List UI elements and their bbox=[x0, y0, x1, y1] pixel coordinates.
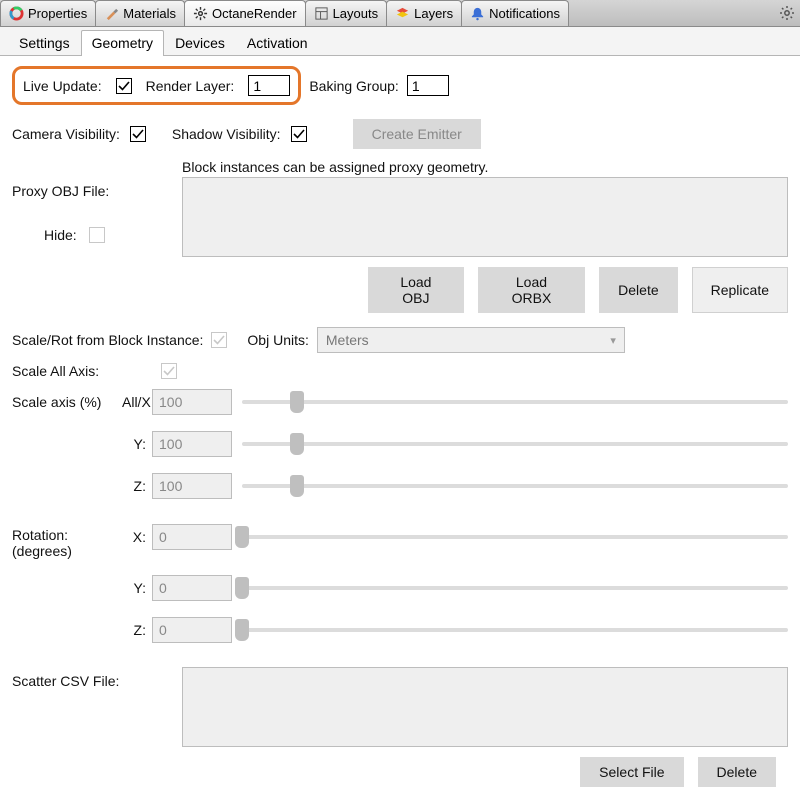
scale-all-axis-label: Scale All Axis: bbox=[12, 363, 99, 379]
proxy-obj-file-label: Proxy OBJ File: bbox=[12, 183, 182, 199]
load-orbx-button[interactable]: Load ORBX bbox=[478, 267, 585, 313]
scale-all-axis-checkbox[interactable] bbox=[161, 363, 177, 379]
tab-layers[interactable]: Layers bbox=[386, 0, 462, 26]
live-update-checkbox[interactable] bbox=[116, 78, 132, 94]
scale-z-slider[interactable] bbox=[242, 473, 788, 499]
shadow-visibility-label: Shadow Visibility: bbox=[172, 126, 281, 142]
tab-label: Layers bbox=[414, 6, 453, 21]
obj-units-select[interactable]: Meters ▾ bbox=[317, 327, 625, 353]
tab-notifications[interactable]: Notifications bbox=[461, 0, 569, 26]
rot-x-label: X: bbox=[122, 529, 152, 545]
scale-x-slider[interactable] bbox=[242, 389, 788, 415]
layouts-icon bbox=[314, 6, 329, 21]
load-obj-button[interactable]: Load OBJ bbox=[368, 267, 464, 313]
scatter-delete-button[interactable]: Delete bbox=[698, 757, 776, 787]
proxy-delete-button[interactable]: Delete bbox=[599, 267, 677, 313]
obj-units-label: Obj Units: bbox=[247, 332, 308, 348]
scale-rot-checkbox[interactable] bbox=[211, 332, 227, 348]
create-emitter-button[interactable]: Create Emitter bbox=[353, 119, 481, 149]
baking-group-label: Baking Group: bbox=[309, 78, 399, 94]
tab-label: Materials bbox=[123, 6, 176, 21]
scatter-csv-label: Scatter CSV File: bbox=[12, 673, 119, 689]
subtab-devices[interactable]: Devices bbox=[164, 30, 236, 56]
layers-icon bbox=[395, 6, 410, 21]
scale-axis-label: Scale axis (%) bbox=[12, 394, 122, 410]
sub-tabbar: Settings Geometry Devices Activation bbox=[0, 27, 800, 56]
rot-x-input[interactable] bbox=[152, 524, 232, 550]
replicate-button[interactable]: Replicate bbox=[692, 267, 788, 313]
render-layer-input[interactable] bbox=[248, 75, 290, 96]
rot-z-slider[interactable] bbox=[242, 617, 788, 643]
subtab-activation[interactable]: Activation bbox=[236, 30, 319, 56]
scatter-csv-field[interactable] bbox=[182, 667, 788, 747]
scale-y-slider[interactable] bbox=[242, 431, 788, 457]
rot-z-input[interactable] bbox=[152, 617, 232, 643]
rot-x-slider[interactable] bbox=[242, 524, 788, 550]
axis-y-label: Y: bbox=[122, 436, 152, 452]
subtab-geometry[interactable]: Geometry bbox=[81, 30, 164, 56]
render-layer-label: Render Layer: bbox=[146, 78, 235, 94]
tab-label: Notifications bbox=[489, 6, 560, 21]
tab-label: OctaneRender bbox=[212, 6, 297, 21]
baking-group-input[interactable] bbox=[407, 75, 449, 96]
scale-rot-label: Scale/Rot from Block Instance: bbox=[12, 332, 203, 348]
tab-octanerender[interactable]: OctaneRender bbox=[184, 0, 306, 26]
brush-icon bbox=[104, 6, 119, 21]
hide-label: Hide: bbox=[44, 227, 77, 243]
tab-label: Layouts bbox=[333, 6, 379, 21]
highlight-live-update-render-layer: Live Update: Render Layer: bbox=[12, 66, 301, 105]
proxy-info-text: Block instances can be assigned proxy ge… bbox=[182, 159, 788, 175]
rot-y-label: Y: bbox=[122, 580, 152, 596]
select-file-button[interactable]: Select File bbox=[580, 757, 683, 787]
rotation-label: Rotation: (degrees) bbox=[12, 515, 122, 559]
axis-z-label: Z: bbox=[122, 478, 152, 494]
geometry-panel: Live Update: Render Layer: Baking Group:… bbox=[0, 56, 800, 811]
rot-y-slider[interactable] bbox=[242, 575, 788, 601]
camera-visibility-label: Camera Visibility: bbox=[12, 126, 120, 142]
rot-z-label: Z: bbox=[122, 622, 152, 638]
proxy-obj-file-field[interactable] bbox=[182, 177, 788, 257]
camera-visibility-checkbox[interactable] bbox=[130, 126, 146, 142]
scale-z-input[interactable] bbox=[152, 473, 232, 499]
axis-allx-label: All/X: bbox=[122, 394, 152, 410]
chevron-down-icon: ▾ bbox=[610, 334, 616, 347]
gear-icon[interactable] bbox=[778, 4, 796, 22]
rot-y-input[interactable] bbox=[152, 575, 232, 601]
scale-x-input[interactable] bbox=[152, 389, 232, 415]
shadow-visibility-checkbox[interactable] bbox=[291, 126, 307, 142]
circle-multicolor-icon bbox=[9, 6, 24, 21]
tab-layouts[interactable]: Layouts bbox=[305, 0, 388, 26]
subtab-settings[interactable]: Settings bbox=[8, 30, 81, 56]
main-tabbar: Properties Materials OctaneRender Layout… bbox=[0, 0, 800, 27]
bell-icon bbox=[470, 6, 485, 21]
octane-icon bbox=[193, 6, 208, 21]
obj-units-value: Meters bbox=[326, 332, 369, 348]
proxy-button-row: Load OBJ Load ORBX Delete Replicate bbox=[368, 267, 788, 313]
live-update-label: Live Update: bbox=[23, 78, 102, 94]
tab-materials[interactable]: Materials bbox=[95, 0, 185, 26]
tab-properties[interactable]: Properties bbox=[0, 0, 96, 26]
scale-y-input[interactable] bbox=[152, 431, 232, 457]
tab-label: Properties bbox=[28, 6, 87, 21]
hide-checkbox[interactable] bbox=[89, 227, 105, 243]
